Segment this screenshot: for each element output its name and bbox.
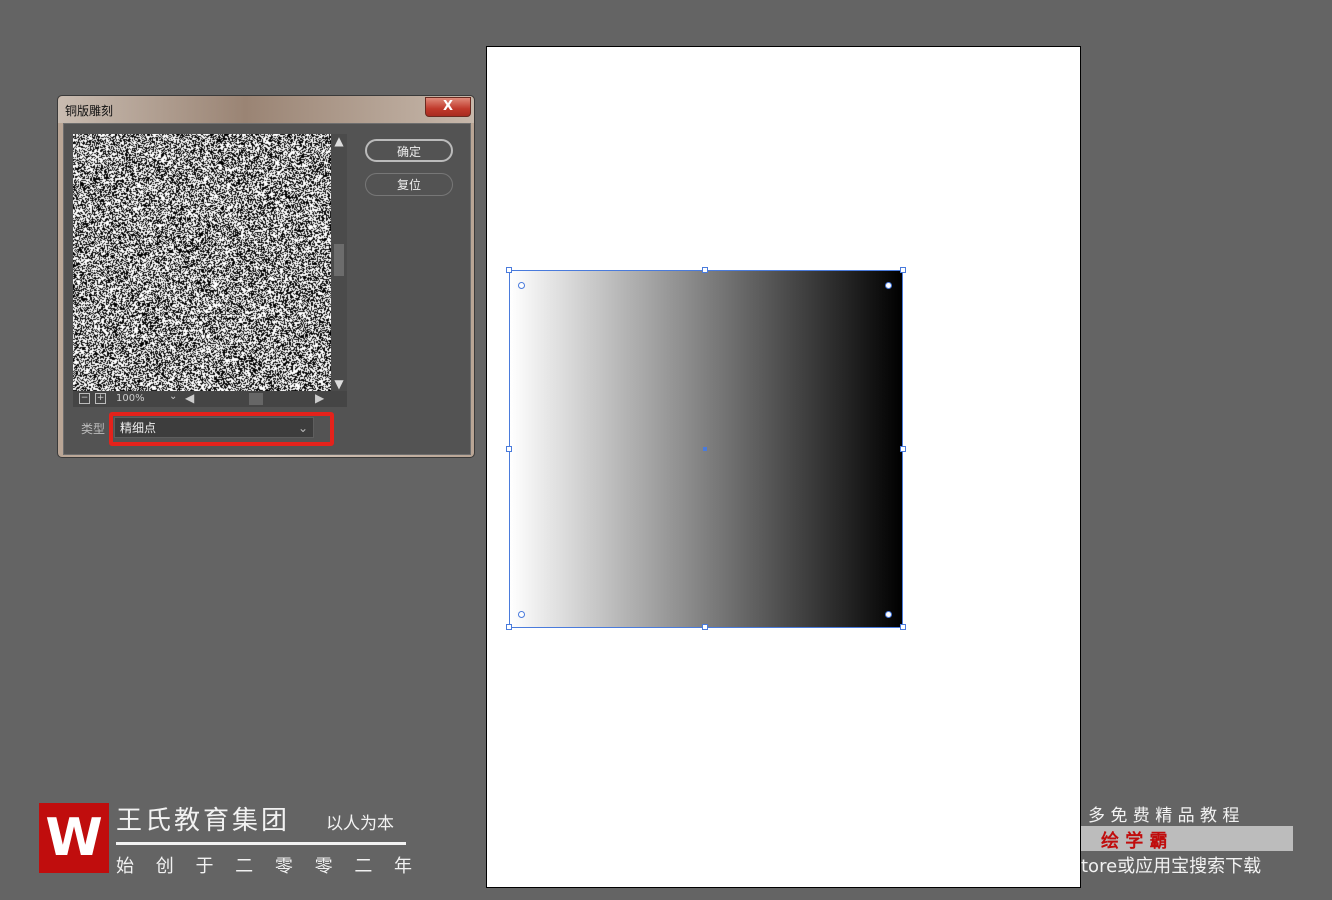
zoom-in-button[interactable]: + xyxy=(95,393,106,404)
dialog-titlebar[interactable]: 铜版雕刻 X xyxy=(58,96,474,123)
brand-name: 绘 学 霸 xyxy=(1101,827,1168,853)
resize-handle[interactable] xyxy=(702,267,708,273)
scroll-up-icon[interactable]: ▲ xyxy=(331,134,347,148)
engrave-dialog: 铜版雕刻 X ▲ ▼ − + 100% ⌄ ◀ ▶ 确定 复位 类型 精细点 ⌄ xyxy=(57,95,475,458)
divider xyxy=(116,842,406,845)
zoom-out-button[interactable]: − xyxy=(79,393,90,404)
founded-text: 始 创 于 二 零 零 二 年 xyxy=(116,852,420,878)
resize-handle[interactable] xyxy=(900,446,906,452)
resize-handle[interactable] xyxy=(506,624,512,630)
highlight-box xyxy=(109,412,334,446)
preview-controls: − + 100% ⌄ ◀ ▶ xyxy=(73,391,347,407)
filter-preview[interactable] xyxy=(73,134,331,391)
resize-handle[interactable] xyxy=(506,446,512,452)
corner-widget[interactable] xyxy=(518,282,525,289)
dialog-content: ▲ ▼ − + 100% ⌄ ◀ ▶ 确定 复位 类型 精细点 ⌄ xyxy=(63,123,471,455)
resize-handle[interactable] xyxy=(506,267,512,273)
download-hint: tore或应用宝搜索下载 xyxy=(1081,852,1261,878)
zoom-level[interactable]: 100% xyxy=(116,393,145,404)
scroll-down-icon[interactable]: ▼ xyxy=(331,377,347,391)
corner-widget[interactable] xyxy=(885,282,892,289)
type-label: 类型 xyxy=(81,420,105,437)
scroll-thumb[interactable] xyxy=(334,244,344,276)
corner-widget[interactable] xyxy=(518,611,525,618)
scroll-left-icon[interactable]: ◀ xyxy=(185,391,194,405)
company-slogan: 以人为本 xyxy=(326,809,394,834)
scroll-right-icon[interactable]: ▶ xyxy=(315,391,324,405)
corner-widget[interactable] xyxy=(885,611,892,618)
ok-button[interactable]: 确定 xyxy=(365,139,453,162)
resize-handle[interactable] xyxy=(900,624,906,630)
company-logo: W xyxy=(39,803,109,873)
brand-bar: 绘 学 霸 xyxy=(1081,826,1293,851)
close-button[interactable]: X xyxy=(425,97,471,117)
resize-handle[interactable] xyxy=(702,624,708,630)
promo-line: 多 免 费 精 品 教 程 xyxy=(1088,801,1239,826)
hscroll-thumb[interactable] xyxy=(249,393,263,405)
company-name: 王氏教育集团 xyxy=(116,800,290,837)
chevron-down-icon[interactable]: ⌄ xyxy=(169,391,177,402)
resize-handle[interactable] xyxy=(900,267,906,273)
center-point xyxy=(703,447,707,451)
reset-button[interactable]: 复位 xyxy=(365,173,453,196)
vertical-scrollbar[interactable]: ▲ ▼ xyxy=(331,134,347,391)
dialog-title: 铜版雕刻 xyxy=(65,102,113,119)
